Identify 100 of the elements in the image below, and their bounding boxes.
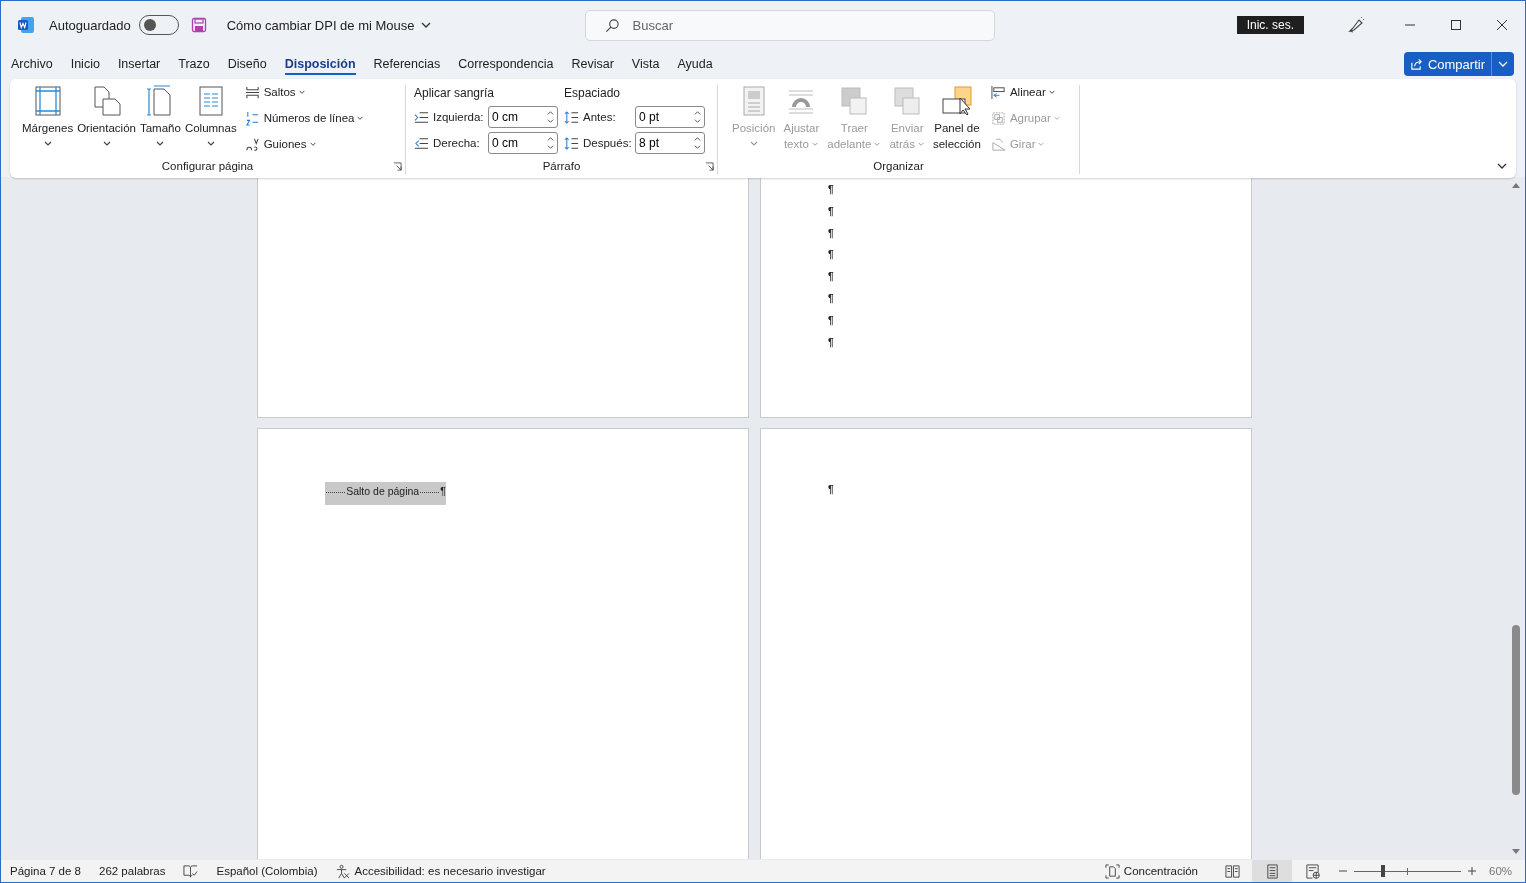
ribbon-tab[interactable]: Ayuda — [677, 49, 713, 79]
paragraph-mark: ¶ — [828, 248, 834, 263]
line-numbers-icon — [244, 110, 260, 126]
ribbon-tab[interactable]: Referencias — [373, 49, 441, 79]
word-logo-icon — [17, 16, 35, 34]
page-break-marker: Salto de página ¶ — [325, 482, 446, 505]
scrollbar-thumb[interactable] — [1512, 625, 1520, 795]
search-field[interactable]: Buscar — [584, 9, 995, 41]
focus-mode-button[interactable]: Concentración — [1123, 865, 1198, 877]
align-icon — [990, 84, 1006, 100]
ribbon-tab[interactable]: Disposición — [284, 49, 356, 79]
paragraph-mark: ¶ — [828, 483, 834, 497]
document-title[interactable]: Cómo cambiar DPI de mi Mouse — [226, 17, 415, 33]
caret-icon — [155, 141, 166, 147]
caret-icon — [356, 115, 365, 121]
proofing-book-icon[interactable] — [183, 863, 199, 879]
caret-icon[interactable] — [420, 22, 431, 28]
ribbon-tab[interactable]: Diseño — [227, 49, 267, 79]
paragraph-mark: ¶ — [828, 335, 834, 350]
field-label: Derecha: — [433, 137, 481, 149]
focus-icon[interactable] — [1104, 863, 1120, 879]
dialog-launcher-icon[interactable] — [705, 162, 714, 171]
group-label: Configurar página — [161, 160, 254, 172]
zoom-slider[interactable] — [1354, 865, 1461, 877]
caret-icon — [1052, 115, 1061, 121]
save-icon[interactable] — [190, 17, 207, 33]
caret-icon — [101, 141, 112, 147]
word-count[interactable]: 262 palabras — [99, 865, 166, 877]
caret-icon — [748, 141, 759, 147]
paragraph-mark: ¶ — [828, 204, 834, 219]
spacing-before-icon — [564, 109, 579, 125]
accessibility-icon[interactable] — [335, 863, 351, 879]
language-status[interactable]: Español (Colombia) — [216, 865, 318, 877]
spin-field[interactable]: 0 cm — [488, 106, 558, 128]
accessibility-status[interactable]: Accesibilidad: es necesario investigar — [354, 865, 546, 877]
caret-icon — [1047, 89, 1056, 95]
rotate-icon — [990, 136, 1006, 152]
autosave-label: Autoguardado — [49, 17, 131, 33]
field-label: Después: — [583, 137, 633, 149]
spinner-arrows-icon[interactable] — [547, 110, 554, 124]
spin-field[interactable]: 0 pt — [635, 106, 705, 128]
group-label: Organizar — [873, 160, 924, 172]
print-layout-icon — [1264, 863, 1280, 879]
page-count[interactable]: Página 7 de 8 — [10, 865, 81, 877]
sign-in-button[interactable]: Inic. ses. — [1236, 16, 1304, 34]
ribbon-tab[interactable]: Revisar — [571, 49, 614, 79]
share-button[interactable]: Compartir — [1403, 52, 1514, 76]
spin-field[interactable]: 8 pt — [635, 132, 705, 154]
ribbon-button[interactable]: Números de línea — [244, 109, 365, 127]
spacing-after-icon — [564, 135, 579, 151]
ribbon-button[interactable]: Alinear — [990, 83, 1061, 101]
ribbon-button[interactable]: Orientación — [75, 85, 138, 158]
ribbon-button[interactable]: Tamaño — [137, 85, 183, 158]
web-layout-icon — [1304, 863, 1320, 879]
paragraph-mark: ¶ — [828, 270, 834, 285]
view-button[interactable] — [1252, 860, 1292, 882]
spinner-arrows-icon[interactable] — [547, 136, 554, 150]
ribbon-button[interactable]: Saltos — [244, 83, 365, 101]
caret-icon — [42, 141, 53, 147]
spin-field[interactable]: 0 cm — [488, 132, 558, 154]
ribbon-tab[interactable]: Inicio — [70, 49, 100, 79]
scroll-up-icon[interactable] — [1512, 182, 1520, 188]
spinner-arrows-icon[interactable] — [694, 110, 701, 124]
spinner-arrows-icon[interactable] — [694, 136, 701, 150]
zoom-level[interactable]: 60% — [1489, 865, 1525, 877]
selection-pane-icon — [940, 85, 973, 117]
collapse-ribbon-icon[interactable] — [1497, 163, 1507, 169]
field-label: Izquierda: — [433, 111, 485, 123]
ribbon-tab[interactable]: Archivo — [11, 49, 53, 79]
field-label: Antes: — [583, 111, 617, 123]
caret-icon — [297, 89, 306, 95]
caret-icon — [308, 141, 317, 147]
dialog-launcher-icon[interactable] — [393, 162, 402, 171]
caret-icon — [205, 141, 216, 147]
paragraph-mark: ¶ — [828, 183, 834, 197]
share-icon — [1409, 57, 1423, 71]
maximize-icon[interactable] — [1450, 19, 1462, 31]
read-mode-icon — [1224, 863, 1240, 879]
pen-icon[interactable] — [1347, 16, 1365, 34]
ribbon-button[interactable]: Márgenes — [20, 85, 76, 158]
close-icon[interactable] — [1496, 19, 1508, 31]
indent-heading: Aplicar sangría — [414, 86, 496, 102]
caret-icon — [916, 141, 925, 147]
zoom-in-icon[interactable] — [1467, 866, 1477, 876]
ribbon-tab[interactable]: Vista — [631, 49, 660, 79]
ribbon-button[interactable]: Guiones — [244, 135, 365, 153]
scroll-down-icon[interactable] — [1512, 849, 1520, 855]
ribbon-button[interactable]: Columnas — [182, 85, 239, 158]
caret-icon — [810, 141, 819, 147]
indent-left-icon — [414, 109, 429, 125]
ribbon-tab[interactable]: Trazo — [178, 49, 210, 79]
breaks-icon — [244, 84, 260, 100]
ribbon-tab[interactable]: Insertar — [117, 49, 161, 79]
hyphenation-icon — [244, 136, 260, 152]
paragraph-mark: ¶ — [828, 292, 834, 306]
spacing-heading: Espaciado — [564, 86, 622, 102]
search-icon — [604, 17, 620, 33]
ribbon-button[interactable]: Panel de selección — [928, 85, 985, 158]
ribbon-tab[interactable]: Correspondencia — [458, 49, 554, 79]
indent-right-icon — [414, 135, 429, 151]
